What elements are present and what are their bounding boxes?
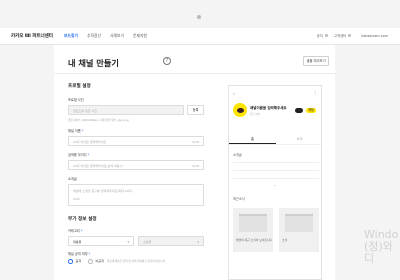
main-panel: 내 채널 만들기 ? 샘플 미리보기 프로필 설정 프로필 사진 업로드를 위한… xyxy=(54,45,335,280)
public-label: 채널 공개 여부 * xyxy=(68,251,90,256)
channel-name-count: 0/20 xyxy=(192,140,199,145)
nav-item-board[interactable]: 보드찾기 xyxy=(64,33,78,39)
required-mark: * xyxy=(87,153,90,157)
search-id-input[interactable]: 20자 이내로 입력해주세요(검색 허용시) 0/20 xyxy=(68,160,204,170)
util-notice-label: 공지 xyxy=(316,34,323,38)
watermark-line: 디 xyxy=(364,252,375,265)
preview-channel-sub: 친구 0명 xyxy=(250,113,260,116)
radio-private-label[interactable]: 비공개 xyxy=(96,259,104,263)
post-caption: 채널의 최근 소식이 보여집니다 xyxy=(236,238,273,242)
nav-item-cases[interactable]: 사례보기 xyxy=(110,33,124,39)
public-note: 비공개 채널은 검색 및 검색 결과에 노출되지 않습니다 xyxy=(106,260,166,264)
preview-line xyxy=(233,162,319,163)
loading-icon xyxy=(197,15,201,19)
preview-tab-home: 홈 xyxy=(229,133,276,144)
site-logo[interactable]: 카카오 ⅢI 파트너센터 xyxy=(11,33,53,39)
profile-image-hint: 권장 사이즈: 640×640px / 지원 파일 형식: jpg, png xyxy=(68,119,129,122)
channel-preview: ‹ ⋮ 채널이름을 입력해주세요 친구 0명 채팅 홈 소식 소개글 ⌄ 최근소… xyxy=(228,85,322,280)
utility-nav: 공지 고객센터 kakaotown.com xyxy=(317,33,388,39)
dot-icon xyxy=(348,34,352,37)
chevron-down-icon: ⌄ xyxy=(273,182,277,187)
category-main-select[interactable]: 대분류 ▾ xyxy=(68,236,134,246)
preview-line xyxy=(233,170,319,171)
radio-private[interactable] xyxy=(88,259,93,264)
util-help-label: 고객센터 xyxy=(333,34,347,38)
extra-section-title: 부가 정보 설정 xyxy=(68,217,97,222)
register-image-button[interactable]: 등록 xyxy=(187,105,204,115)
channel-name-placeholder: 20자 이내로 입력해주세요 xyxy=(73,140,107,145)
back-icon: ‹ xyxy=(233,91,235,96)
preview-post-card: 소식 xyxy=(279,208,319,252)
category-main-value: 대분류 xyxy=(73,240,82,245)
channel-name-input[interactable]: 20자 이내로 입력해주세요 0/20 xyxy=(68,136,204,146)
main-nav: 보드찾기 추적정산 사례보기 문제지원 xyxy=(64,33,147,39)
category-label: 카테고리 * xyxy=(68,228,82,233)
chat-button: 채팅 xyxy=(306,108,316,113)
divider xyxy=(54,73,335,74)
post-image xyxy=(285,214,313,232)
chevron-down-icon: ▾ xyxy=(127,240,129,244)
nav-item-tracking[interactable]: 추적정산 xyxy=(87,33,101,39)
page-title: 내 채널 만들기 xyxy=(68,58,119,68)
profile-image-label: 프로필 사진 xyxy=(68,98,84,102)
preview-intro-label: 소개글 xyxy=(233,153,242,157)
dot-icon xyxy=(324,34,328,37)
kakao-bubble-icon xyxy=(236,107,244,113)
browser-strip xyxy=(0,0,400,28)
category-sub-select[interactable]: 소분류 ▾ xyxy=(138,236,204,246)
more-icon: ⋮ xyxy=(313,90,317,95)
search-id-label-text: 검색용 아이디 xyxy=(68,153,87,157)
required-mark: * xyxy=(88,252,91,256)
profile-image-placeholder: 업로드를 위한 사진 xyxy=(73,109,97,114)
profile-section-title: 프로필 설정 xyxy=(68,84,91,89)
channel-name-label-text: 채널 이름 xyxy=(68,129,81,133)
windows-activation-watermark: Windo (정)와 디 xyxy=(364,229,398,265)
intro-textarea[interactable]: 채널에 소개할 문구를 입력해주세요(최대 60자). 0/60 xyxy=(68,184,204,206)
channel-name-label: 채널 이름 * xyxy=(68,128,83,133)
preview-post-label: 최근소식 xyxy=(233,197,245,201)
preview-line xyxy=(233,178,319,179)
public-radio-group: 공개 비공개 비공개 채널은 검색 및 검색 결과에 노출되지 않습니다 xyxy=(68,259,165,264)
search-id-label: 검색용 아이디 * xyxy=(68,152,89,157)
preview-channel-name: 채널이름을 입력해주세요 xyxy=(250,106,287,110)
preview-post-card: 채널의 최근 소식이 보여집니다 xyxy=(233,208,273,252)
preview-tabs: 홈 소식 xyxy=(229,133,321,145)
account-menu[interactable]: kakaotown.com xyxy=(357,34,388,38)
search-id-placeholder: 20자 이내로 입력해주세요(검색 허용시) xyxy=(73,164,124,169)
profile-image-field[interactable]: 업로드를 위한 사진 xyxy=(68,105,184,115)
preview-tab-post: 소식 xyxy=(296,137,303,141)
radio-public-label[interactable]: 공개 xyxy=(76,259,82,263)
intro-count: 0/60 xyxy=(73,197,80,201)
help-icon[interactable]: ? xyxy=(163,57,171,65)
required-mark: * xyxy=(81,129,84,133)
channel-avatar xyxy=(233,103,247,117)
intro-placeholder: 채널에 소개할 문구를 입력해주세요(최대 60자). xyxy=(73,189,134,193)
util-help[interactable]: 고객센터 xyxy=(333,33,352,38)
post-caption: 소식 xyxy=(282,238,288,242)
required-mark: * xyxy=(80,229,83,233)
radio-public[interactable] xyxy=(68,259,73,264)
search-id-count: 0/20 xyxy=(192,164,199,169)
preview-button[interactable]: 샘플 미리보기 xyxy=(303,56,329,66)
nav-item-support[interactable]: 문제지원 xyxy=(133,33,147,39)
public-label-text: 채널 공개 여부 xyxy=(68,252,88,256)
category-label-text: 카테고리 xyxy=(68,229,80,233)
post-image xyxy=(239,214,267,232)
intro-label: 소개글 xyxy=(68,177,77,181)
add-friend-icon xyxy=(295,108,303,113)
category-sub-value: 소분류 xyxy=(143,240,152,245)
top-nav-bar: 카카오 ⅢI 파트너센터 보드찾기 추적정산 사례보기 문제지원 공지 고객센터… xyxy=(0,28,400,45)
chevron-down-icon: ▾ xyxy=(197,240,199,244)
util-notice[interactable]: 공지 xyxy=(317,33,328,38)
